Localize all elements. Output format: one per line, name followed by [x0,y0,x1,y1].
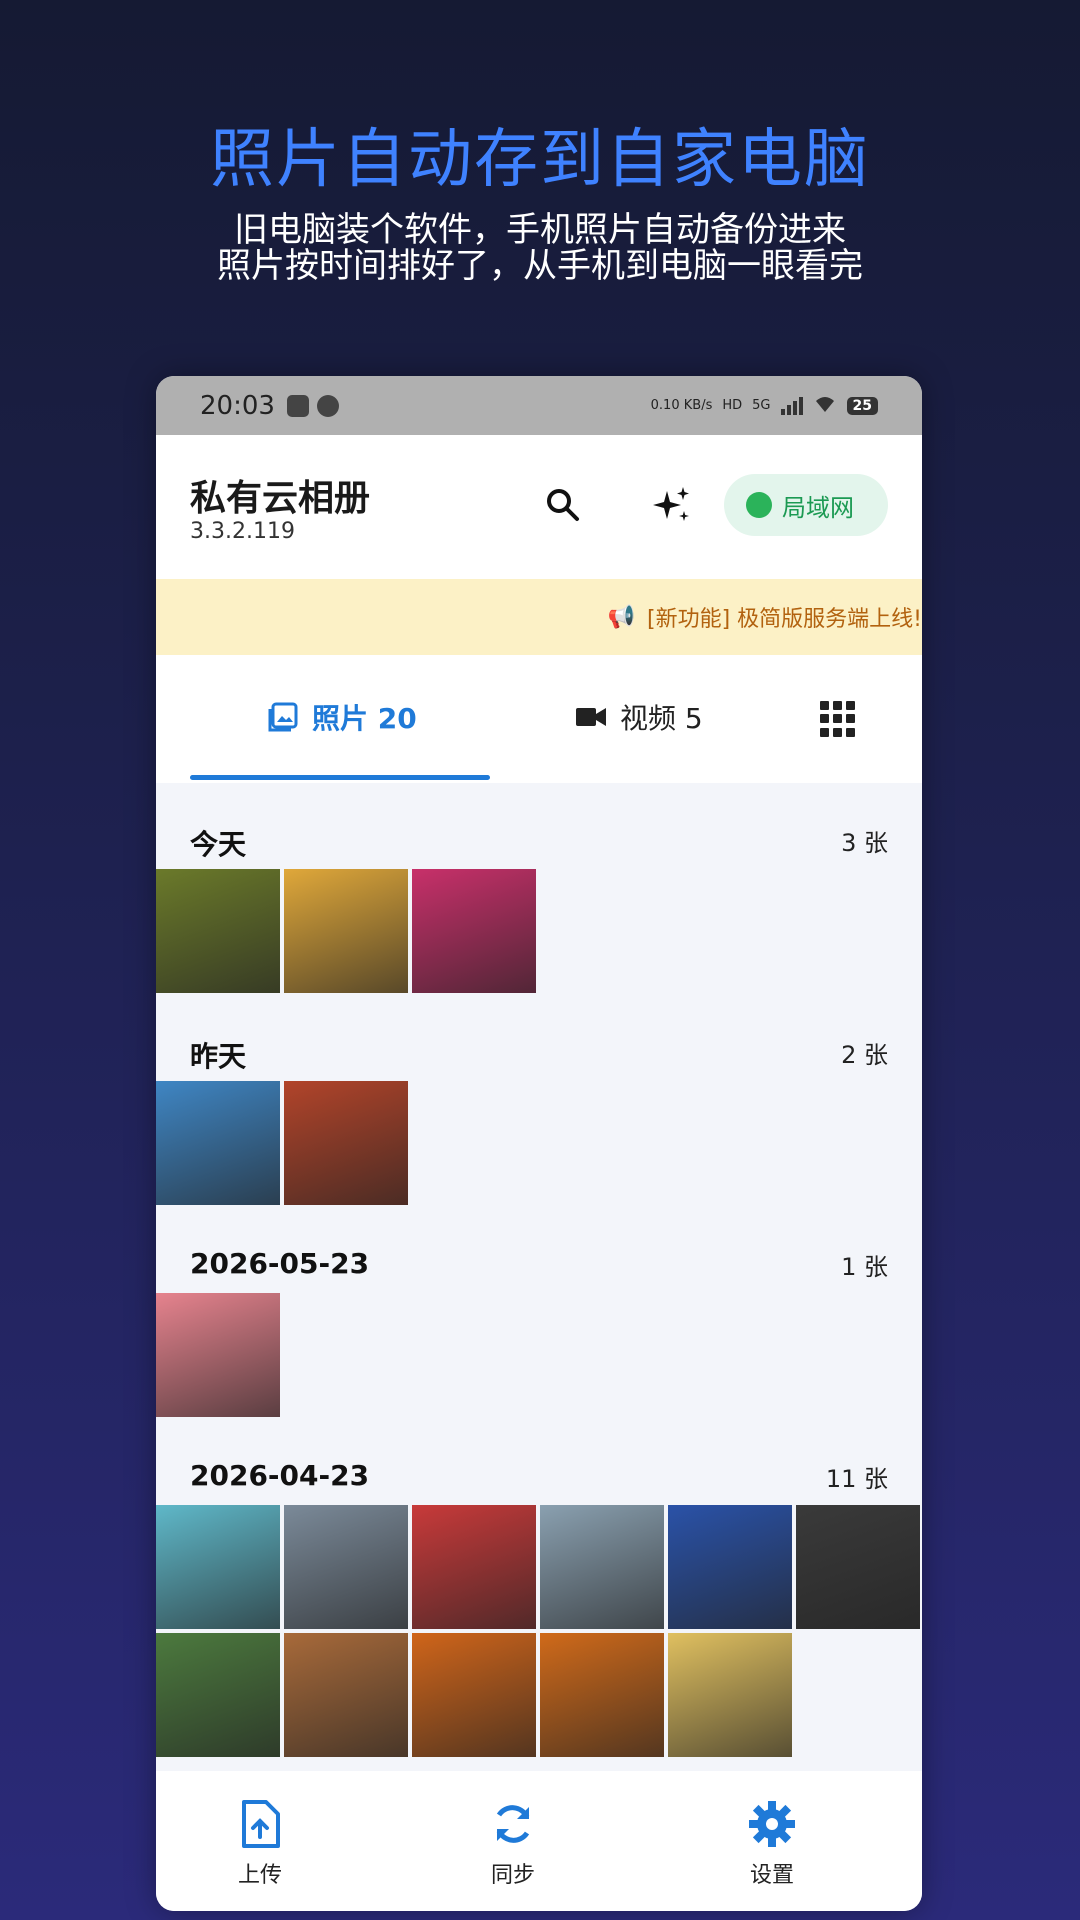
notice-banner[interactable]: 📢 [新功能] 极简版服务端上线! [156,579,922,655]
nav-settings-button[interactable]: 设置 [712,1799,832,1889]
gear-icon [749,1801,795,1847]
group-header: 昨天 2 张 [190,1040,888,1073]
promo-subline-1: 旧电脑装个软件，手机照片自动备份进来 [234,210,846,250]
group-thumbs-1 [156,1081,922,1205]
grid-view-button[interactable] [820,701,856,737]
battery-indicator: 25 [846,396,878,415]
message-icon [316,394,339,417]
photo-thumbnail[interactable] [796,1505,920,1629]
group-thumbs-2 [156,1293,922,1417]
upload-file-icon [242,1800,280,1848]
group-header: 2026-04-23 11 张 [190,1459,888,1493]
search-button[interactable] [538,480,588,530]
photo-thumbnail[interactable] [412,1505,536,1629]
hd-badge: HD [722,398,743,413]
promo-subline-2: 照片按时间排好了，从手机到电脑一眼看完 [217,246,863,286]
group-header: 2026-05-23 1 张 [190,1247,888,1281]
photo-thumbnail[interactable] [412,1633,536,1757]
photo-thumbnail[interactable] [540,1505,664,1629]
wifi-icon [813,395,837,417]
tab-videos[interactable]: 视频 5 [574,697,703,737]
photo-gallery: 今天 3 张 昨天 2 张 2026-05-23 1 张 2026-04-23 11 张 [156,783,922,1793]
ai-sparkle-button[interactable] [646,480,696,530]
nav-sync-label: 同步 [490,1863,535,1888]
notice-text: [新功能] 极简版服务端上线! [647,607,922,632]
photo-thumbnail[interactable] [284,1505,408,1629]
signal-icon [780,396,803,415]
group-thumbs-3 [156,1505,922,1757]
photo-thumbnail[interactable] [284,1081,408,1205]
photo-thumbnail[interactable] [412,869,536,993]
promo-headline: 照片自动存到自家电脑 [210,123,870,197]
status-bar: 20:03 0.10 KB/s HD 5G 25 [156,376,922,435]
group-thumbs-0 [156,869,922,993]
online-dot-icon [746,492,772,518]
app-bar: 私有云相册 3.3.2.119 局域网 [156,435,922,579]
sync-icon [496,1805,530,1843]
active-tab-indicator [190,775,490,780]
nav-settings-label: 设置 [749,1863,794,1888]
notification-icon [286,394,309,417]
net-speed: 0.10 KB/s [650,398,713,413]
app-title: 私有云相册 [190,478,371,519]
app-version: 3.3.2.119 [190,519,295,544]
photo-thumbnail[interactable] [284,869,408,993]
nav-upload-label: 上传 [237,1863,282,1888]
network-type: 5G [752,398,771,413]
group-header: 今天 3 张 [190,828,888,861]
photo-thumbnail[interactable] [284,1633,408,1757]
photo-thumbnail[interactable] [156,1081,280,1205]
photo-thumbnail[interactable] [156,1293,280,1417]
tab-videos-label: 视频 5 [620,702,703,735]
nav-upload-button[interactable]: 上传 [200,1799,320,1889]
photo-thumbnail[interactable] [156,869,280,993]
photo-thumbnail[interactable] [668,1633,792,1757]
photo-thumbnail[interactable] [156,1505,280,1629]
tab-photos[interactable]: 照片 20 [266,697,417,737]
bottom-nav: 上传 同步 设置 [156,1771,922,1911]
lan-status-pill[interactable]: 局域网 [724,474,888,536]
sparkle-icon [653,487,689,521]
photo-thumbnail[interactable] [540,1633,664,1757]
media-tabs: 照片 20 视频 5 [156,655,922,783]
photo-thumbnail[interactable] [668,1505,792,1629]
search-icon [547,489,579,521]
megaphone-icon: 📢 [607,604,636,630]
phone-screen: 20:03 0.10 KB/s HD 5G 25 私有云相册 3.3.2.119… [156,376,922,1911]
tab-photos-label: 照片 20 [312,702,417,735]
video-camera-icon [576,708,606,726]
lan-label: 局域网 [782,493,854,522]
photo-icon [268,702,298,732]
status-time: 20:03 [200,390,275,421]
nav-sync-button[interactable]: 同步 [453,1799,573,1889]
photo-thumbnail[interactable] [156,1633,280,1757]
